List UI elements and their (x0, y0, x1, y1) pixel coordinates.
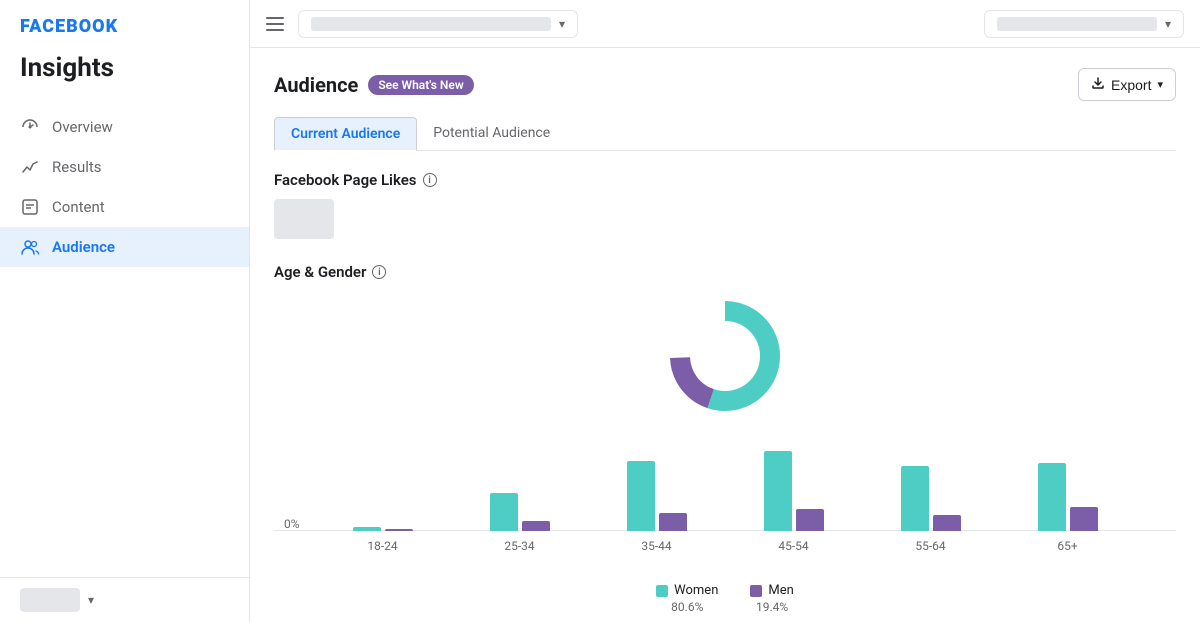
bar-women-55-64 (901, 466, 929, 531)
topbar-right: ▾ (984, 10, 1184, 38)
legend-dot-women (656, 585, 668, 597)
bar-group-18-24: 18-24 (314, 527, 451, 531)
export-button[interactable]: Export ▾ (1078, 68, 1176, 101)
bar-men-45-54 (796, 509, 824, 531)
page-selector-dropdown[interactable]: ▾ (298, 10, 578, 38)
bar-chart: 18-24 25-34 35-44 45 (274, 451, 1176, 531)
bar-group-35-44: 35-44 (588, 461, 725, 531)
facebook-logo-area: FACEBOOK (0, 0, 249, 45)
topbar-left: ▾ (266, 10, 578, 38)
audience-label: Audience (52, 238, 115, 256)
tab-current-audience[interactable]: Current Audience (274, 117, 417, 151)
sidebar-item-overview[interactable]: Overview (0, 107, 249, 147)
main-content: ▾ ▾ Audience See What's New (250, 0, 1200, 622)
audience-tabs: Current Audience Potential Audience (274, 117, 1176, 151)
age-gender-section: Age & Gender i (274, 263, 1176, 614)
bar-women-45-54 (764, 451, 792, 531)
bar-men-55-64 (933, 515, 961, 531)
bar-women-35-44 (627, 461, 655, 531)
sidebar-bottom-chevron-icon: ▾ (88, 593, 94, 607)
page-avatar-placeholder (20, 588, 80, 612)
page-likes-title: Facebook Page Likes i (274, 171, 1176, 189)
bar-label-25-34: 25-34 (504, 539, 534, 553)
sidebar-item-content[interactable]: Content (0, 187, 249, 227)
bar-label-35-44: 35-44 (641, 539, 671, 553)
legend-pct-men: 19.4% (756, 600, 788, 614)
hamburger-menu-icon[interactable] (266, 12, 290, 36)
legend-dot-men (750, 585, 762, 597)
see-whats-new-badge[interactable]: See What's New (368, 75, 473, 95)
donut-chart (660, 291, 790, 425)
bar-label-55-64: 55-64 (915, 539, 945, 553)
bar-women-18-24 (353, 527, 381, 531)
age-gender-chart: 0% 18-24 25-34 (274, 291, 1176, 571)
topbar: ▾ ▾ (250, 0, 1200, 48)
sidebar-item-audience[interactable]: Audience (0, 227, 249, 267)
bar-men-65plus (1070, 507, 1098, 531)
age-gender-title: Age & Gender i (274, 263, 1176, 281)
age-gender-info-icon[interactable]: i (372, 265, 386, 279)
bar-label-18-24: 18-24 (367, 539, 397, 553)
sidebar-item-results[interactable]: Results (0, 147, 249, 187)
legend-pct-women: 80.6% (671, 600, 703, 614)
section-title-row: Audience See What's New (274, 73, 474, 97)
results-icon (20, 157, 40, 177)
bar-women-65plus (1038, 463, 1066, 531)
page-name-placeholder (311, 17, 551, 31)
content-label: Content (52, 198, 105, 216)
search-placeholder (997, 17, 1157, 31)
bar-label-45-54: 45-54 (778, 539, 808, 553)
tab-potential-audience[interactable]: Potential Audience (417, 117, 566, 150)
page-dropdown-arrow-icon: ▾ (559, 17, 565, 31)
bar-label-65plus: 65+ (1057, 539, 1077, 553)
export-arrow-icon: ▾ (1157, 78, 1163, 91)
search-dropdown-arrow-icon: ▾ (1165, 17, 1171, 31)
sidebar-title: Insights (0, 45, 249, 99)
legend-label-men: Men (768, 583, 793, 598)
page-likes-value-placeholder (274, 199, 334, 239)
export-label: Export (1111, 77, 1151, 93)
bar-group-45-54: 45-54 (725, 451, 862, 531)
sidebar: FACEBOOK Insights Overview Results (0, 0, 250, 622)
audience-content: Audience See What's New Export ▾ Current… (250, 48, 1200, 622)
bar-men-25-34 (522, 521, 550, 531)
bar-group-25-34: 25-34 (451, 493, 588, 531)
topbar-search-box[interactable]: ▾ (984, 10, 1184, 38)
overview-label: Overview (52, 118, 113, 136)
audience-icon (20, 237, 40, 257)
legend-label-women: Women (674, 583, 718, 598)
overview-icon (20, 117, 40, 137)
facebook-logo: FACEBOOK (20, 16, 118, 37)
legend-item-women: Women 80.6% (656, 583, 718, 614)
section-title: Audience (274, 73, 358, 97)
section-header: Audience See What's New Export ▾ (274, 68, 1176, 101)
content-icon (20, 197, 40, 217)
sidebar-nav: Overview Results Content (0, 99, 249, 577)
export-download-icon (1091, 76, 1105, 93)
results-label: Results (52, 158, 102, 176)
legend-item-men: Men 19.4% (750, 583, 793, 614)
bar-group-55-64: 55-64 (862, 466, 999, 531)
bar-women-25-34 (490, 493, 518, 531)
bar-men-35-44 (659, 513, 687, 531)
bar-men-18-24 (385, 529, 413, 531)
bar-group-65plus: 65+ (999, 463, 1136, 531)
chart-legend: Women 80.6% Men 19.4% (274, 579, 1176, 614)
sidebar-bottom[interactable]: ▾ (0, 577, 249, 622)
page-likes-info-icon[interactable]: i (423, 173, 437, 187)
